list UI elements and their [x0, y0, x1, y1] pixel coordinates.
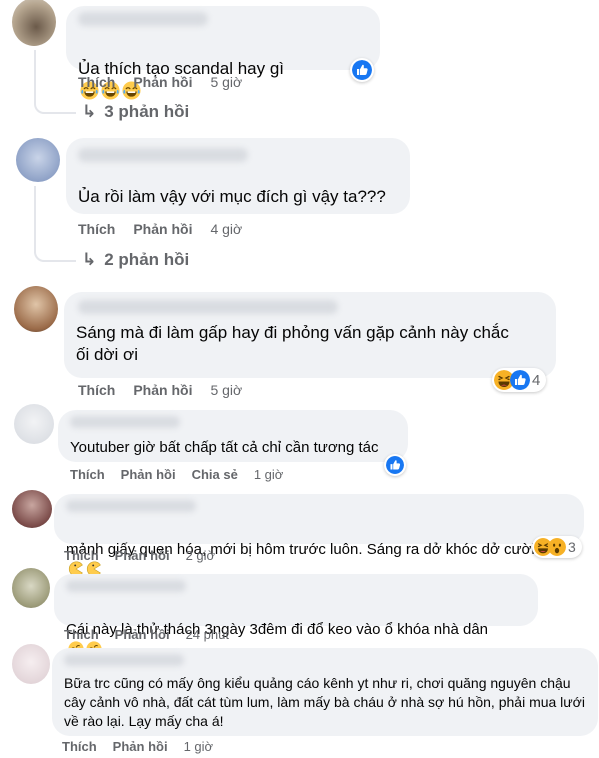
share-button[interactable]: Chia sẻ [192, 467, 238, 482]
view-replies-link[interactable]: ↳ 2 phản hồi [82, 250, 189, 270]
reply-arrow-icon: ↳ [82, 250, 97, 269]
like-button[interactable]: Thích [78, 74, 115, 90]
like-button[interactable]: Thích [64, 548, 99, 563]
reaction-count: 3 [568, 539, 576, 555]
avatar[interactable] [12, 490, 52, 528]
reply-button[interactable]: Phản hồi [133, 221, 192, 237]
avatar[interactable] [14, 286, 58, 332]
timestamp[interactable]: 1 giờ [254, 467, 284, 482]
comment-bubble: Youtuber giờ bất chấp tất cả chỉ cần tươ… [58, 410, 408, 462]
comment-bubble: Ủa rồi làm vậy với mục đích gì vậy ta??? [66, 138, 410, 214]
author-name[interactable] [78, 148, 248, 162]
avatar[interactable] [16, 138, 60, 182]
like-button[interactable]: Thích [70, 467, 105, 482]
comment-text: Bữa trc cũng có mấy ông kiểu quảng cáo k… [64, 675, 585, 730]
comment-actions: Thích Phản hồi Chia sẻ 1 giờ [70, 467, 283, 482]
reply-button[interactable]: Phản hồi [133, 382, 192, 398]
timestamp[interactable]: 24 phút [186, 627, 229, 642]
avatar[interactable] [12, 568, 50, 608]
reaction-summary[interactable]: 4 [492, 368, 547, 392]
thread-line [34, 50, 36, 90]
replies-count-label: 2 phản hồi [104, 250, 190, 269]
reply-button[interactable]: Phản hồi [121, 467, 176, 482]
like-reaction-icon [352, 60, 372, 80]
comment-bubble: Bữa trc cũng có mấy ông kiểu quảng cáo k… [52, 648, 598, 736]
replies-count-label: 3 phản hồi [104, 102, 190, 121]
author-name[interactable] [66, 580, 186, 592]
author-name[interactable] [70, 416, 180, 428]
reaction-summary[interactable]: 3 [532, 536, 582, 558]
comment-actions: Thích Phản hồi 2 giờ [64, 548, 215, 563]
like-button[interactable]: Thích [64, 627, 99, 642]
like-button[interactable]: Thích [78, 382, 115, 398]
timestamp[interactable]: 5 giờ [210, 382, 242, 398]
comment-text: Youtuber giờ bất chấp tất cả chỉ cần tươ… [70, 439, 379, 456]
avatar[interactable] [12, 0, 56, 46]
timestamp[interactable]: 4 giờ [210, 221, 242, 237]
thread-connector [34, 88, 76, 114]
comment-bubble: Cái này là thử thách 3ngày 3đêm đi đổ ke… [54, 574, 538, 626]
wow-reaction-icon [548, 538, 566, 556]
comment-actions: Thích Phản hồi 4 giờ [78, 221, 242, 237]
timestamp[interactable]: 5 giờ [210, 74, 242, 90]
like-button[interactable]: Thích [78, 221, 115, 237]
reply-button[interactable]: Phản hồi [115, 548, 170, 563]
comment-text: Ủa thích tạo scandal hay gì [78, 36, 284, 106]
reply-button[interactable]: Phản hồi [113, 739, 168, 754]
thread-line [34, 186, 36, 236]
reply-button[interactable]: Phản hồi [133, 74, 192, 90]
author-name[interactable] [66, 500, 196, 512]
avatar[interactable] [12, 644, 50, 684]
reaction-summary[interactable] [384, 454, 406, 476]
author-name[interactable] [78, 300, 338, 314]
timestamp[interactable]: 1 giờ [184, 739, 214, 754]
reaction-summary[interactable] [350, 58, 374, 82]
like-button[interactable]: Thích [62, 739, 97, 754]
comment-text: Ủa rồi làm vậy với mục đích gì vậy ta??? [78, 187, 386, 206]
comment-bubble: Sáng mà đi làm gấp hay đi phỏng vấn gặp … [64, 292, 556, 378]
timestamp[interactable]: 2 giờ [186, 548, 216, 563]
comment-bubble: mảnh giấy quen hóa, mới bị hôm trước luô… [54, 494, 584, 544]
reply-button[interactable]: Phản hồi [115, 627, 170, 642]
avatar[interactable] [14, 404, 54, 444]
comment-actions: Thích Phản hồi 5 giờ [78, 74, 242, 90]
author-name[interactable] [64, 654, 184, 666]
comment-actions: Thích Phản hồi 1 giờ [62, 739, 213, 754]
reaction-count: 4 [532, 371, 541, 389]
comment-actions: Thích Phản hồi 24 phút [64, 627, 229, 642]
comment-bubble: Ủa thích tạo scandal hay gì [66, 6, 380, 70]
like-reaction-icon [386, 456, 404, 474]
comment-text: Sáng mà đi làm gấp hay đi phỏng vấn gặp … [76, 323, 509, 365]
like-reaction-icon [510, 370, 530, 390]
author-name[interactable] [78, 12, 208, 26]
comment-actions: Thích Phản hồi 5 giờ [78, 382, 242, 398]
thread-connector [34, 234, 76, 262]
view-replies-link[interactable]: ↳ 3 phản hồi [82, 102, 189, 122]
reply-arrow-icon: ↳ [82, 102, 97, 121]
